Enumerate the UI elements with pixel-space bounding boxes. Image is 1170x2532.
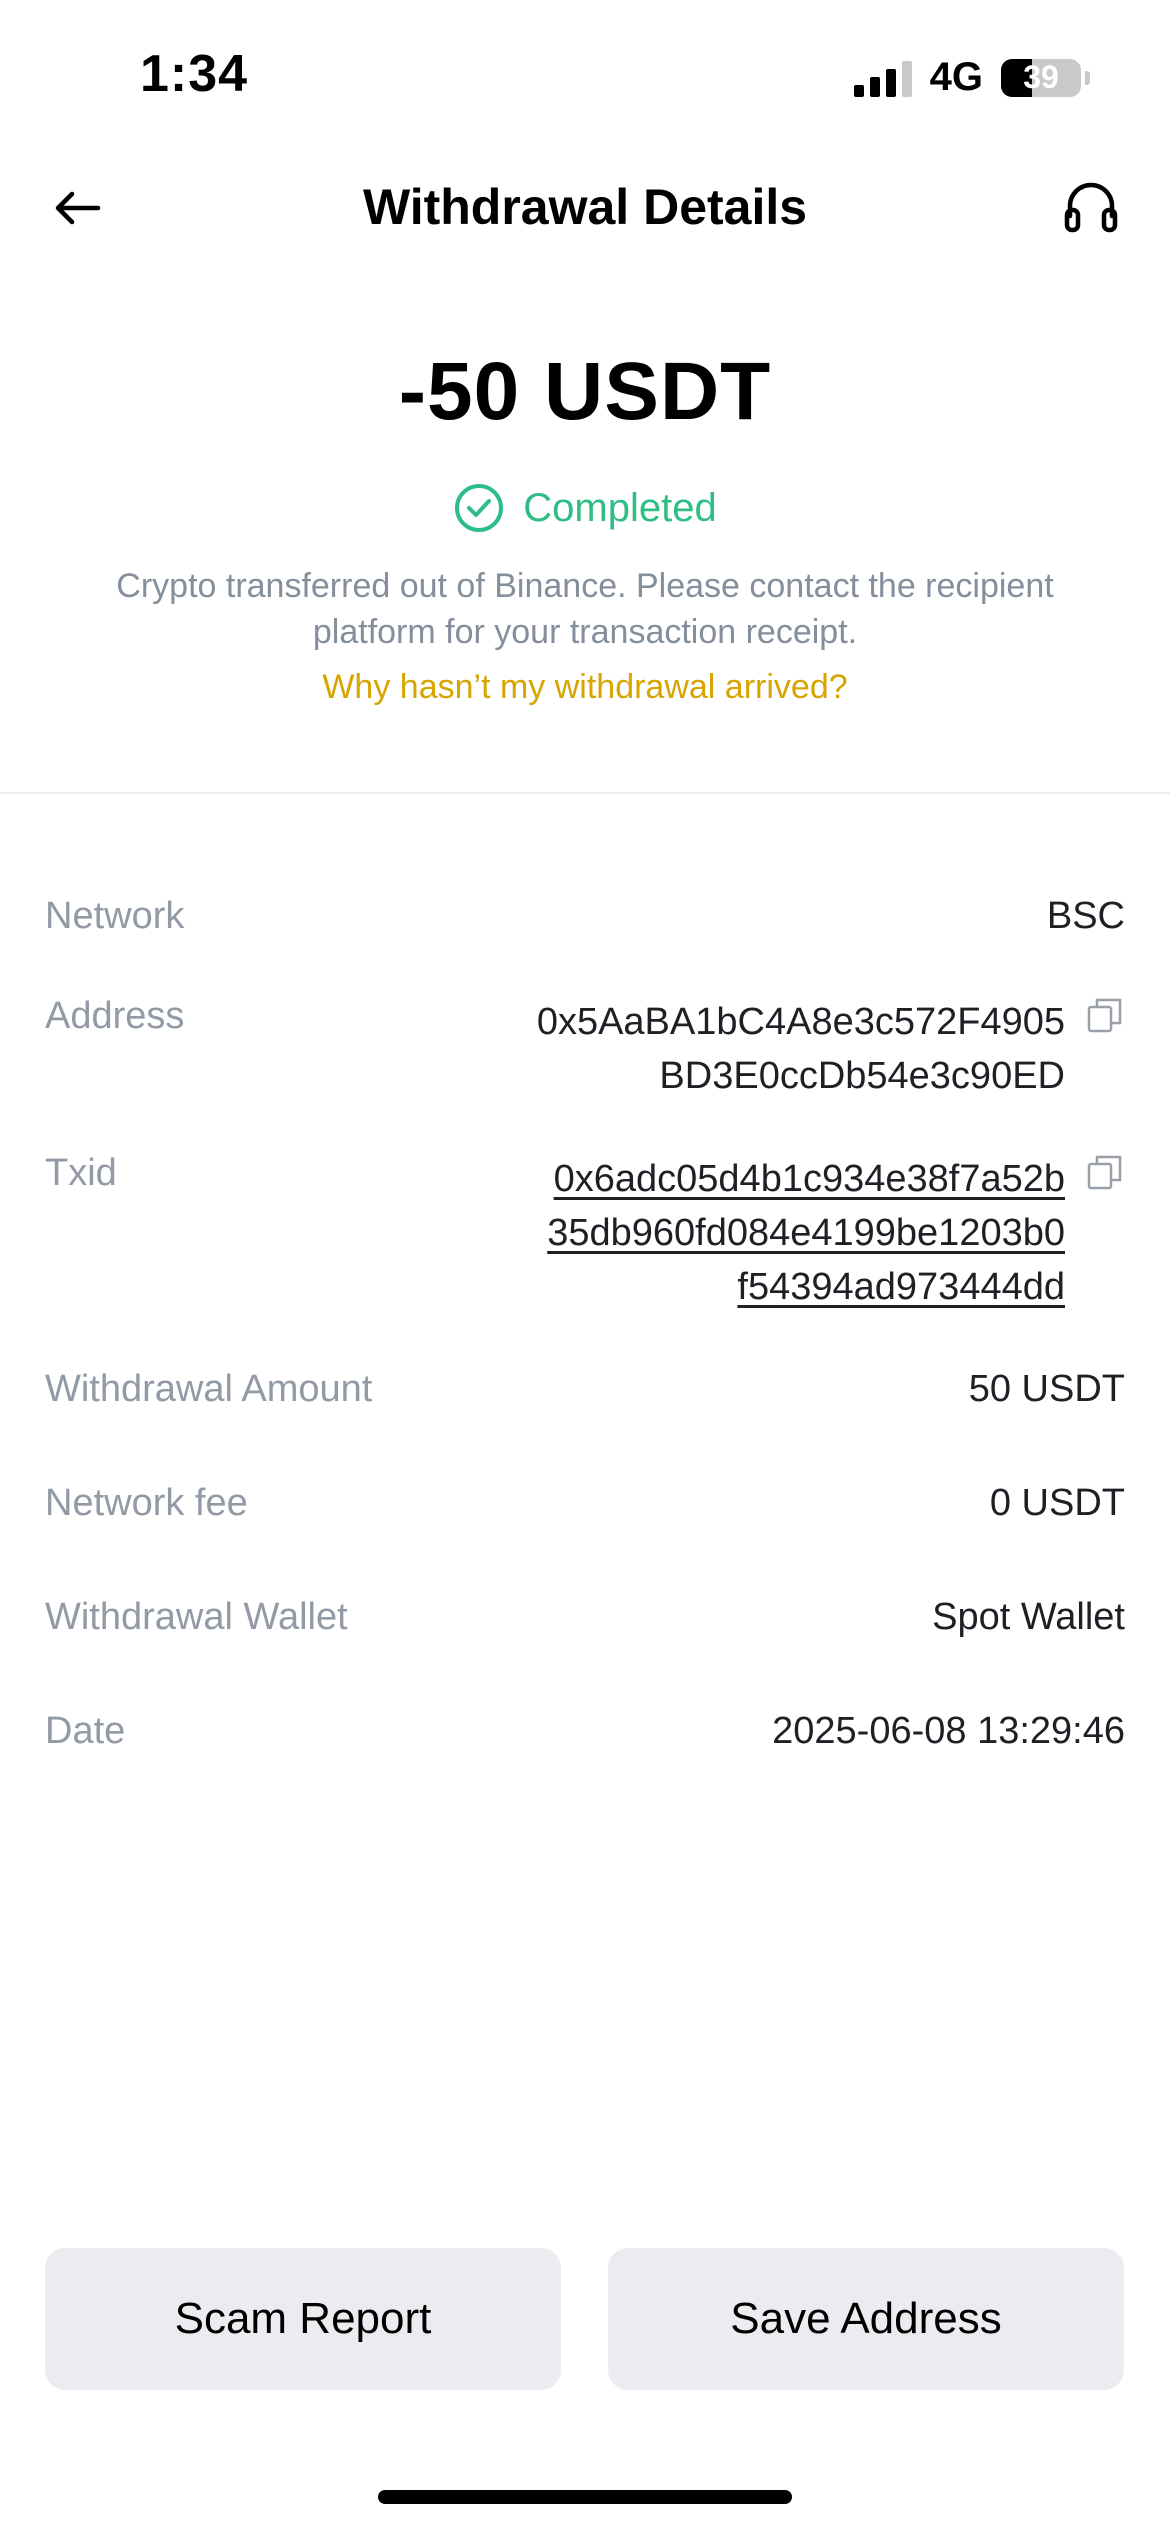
detail-label: Txid (45, 1152, 117, 1194)
save-address-button[interactable]: Save Address (608, 2248, 1124, 2390)
detail-label: Withdrawal Amount (45, 1368, 373, 1410)
detail-row-date: Date 2025-06-08 13:29:46 (45, 1710, 1125, 1760)
cellular-signal-icon (853, 59, 912, 97)
withdrawal-amount-heading: -50 USDT (398, 346, 772, 437)
txid-line: 0x6adc05d4b1c934e38f7a52b (553, 1158, 1065, 1200)
detail-value: Spot Wallet (932, 1596, 1125, 1638)
txid-line: f54394ad973444dd (737, 1266, 1065, 1308)
detail-row-network-fee: Network fee 0 USDT (45, 1482, 1125, 1532)
txid-link[interactable]: 0x6adc05d4b1c934e38f7a52b 35db960fd084e4… (547, 1152, 1065, 1314)
headset-icon (1064, 182, 1118, 233)
detail-value: 0 USDT (989, 1482, 1125, 1524)
info-text-line: Crypto transferred out of Binance. Pleas… (116, 567, 1054, 605)
status-bar: 1:34 4G 39 (0, 0, 1170, 150)
withdrawal-help-link[interactable]: Why hasn’t my withdrawal arrived? (0, 668, 1170, 707)
detail-row-txid: Txid 0x6adc05d4b1c934e38f7a52b 35db960fd… (45, 1152, 1125, 1317)
support-button[interactable] (1060, 176, 1122, 238)
header: Withdrawal Details (0, 150, 1170, 265)
detail-label: Withdrawal Wallet (45, 1596, 348, 1638)
copy-txid-icon[interactable] (1085, 1152, 1125, 1192)
detail-row-withdrawal-amount: Withdrawal Amount 50 USDT (45, 1368, 1125, 1418)
address-line: 0x5AaBA1bC4A8e3c572F4905 (536, 1001, 1065, 1043)
network-type: 4G (929, 55, 983, 99)
status-label: Completed (523, 485, 717, 530)
detail-value: BSC (1046, 895, 1125, 937)
divider (0, 792, 1170, 794)
address-line: BD3E0ccDb54e3c90ED (659, 1055, 1065, 1097)
battery-level: 39 (1023, 59, 1059, 95)
detail-row-withdrawal-wallet: Withdrawal Wallet Spot Wallet (45, 1596, 1125, 1646)
battery-icon: 39 (1001, 58, 1081, 97)
info-text-line: platform for your transaction receipt. (312, 613, 858, 651)
check-circle-icon (455, 484, 504, 532)
detail-row-network: Network BSC (45, 895, 1125, 945)
status-row: Completed (0, 482, 1170, 534)
detail-value: 2025-06-08 13:29:46 (772, 1710, 1125, 1752)
status-time: 1:34 (140, 45, 249, 103)
info-text: Crypto transferred out of Binance. Pleas… (80, 563, 1090, 655)
detail-label: Network (45, 895, 185, 937)
detail-label: Network fee (45, 1482, 248, 1524)
detail-label: Address (45, 995, 185, 1037)
home-indicator[interactable] (378, 2490, 792, 2504)
detail-label: Date (45, 1710, 126, 1752)
detail-row-address: Address 0x5AaBA1bC4A8e3c572F4905 BD3E0cc… (45, 995, 1125, 1105)
txid-line: 35db960fd084e4199be1203b0 (547, 1212, 1065, 1254)
page-title: Withdrawal Details (362, 179, 808, 235)
withdrawal-details-screen: 1:34 4G 39 Withdrawal Details -50 USDT C… (0, 0, 1170, 2532)
address-value: 0x5AaBA1bC4A8e3c572F4905 BD3E0ccDb54e3c9… (537, 995, 1065, 1103)
status-indicators: 4G 39 (853, 55, 1090, 100)
battery-cap (1085, 70, 1090, 85)
copy-address-icon[interactable] (1085, 995, 1125, 1035)
scam-report-button[interactable]: Scam Report (45, 2248, 561, 2390)
detail-value: 50 USDT (968, 1368, 1125, 1410)
